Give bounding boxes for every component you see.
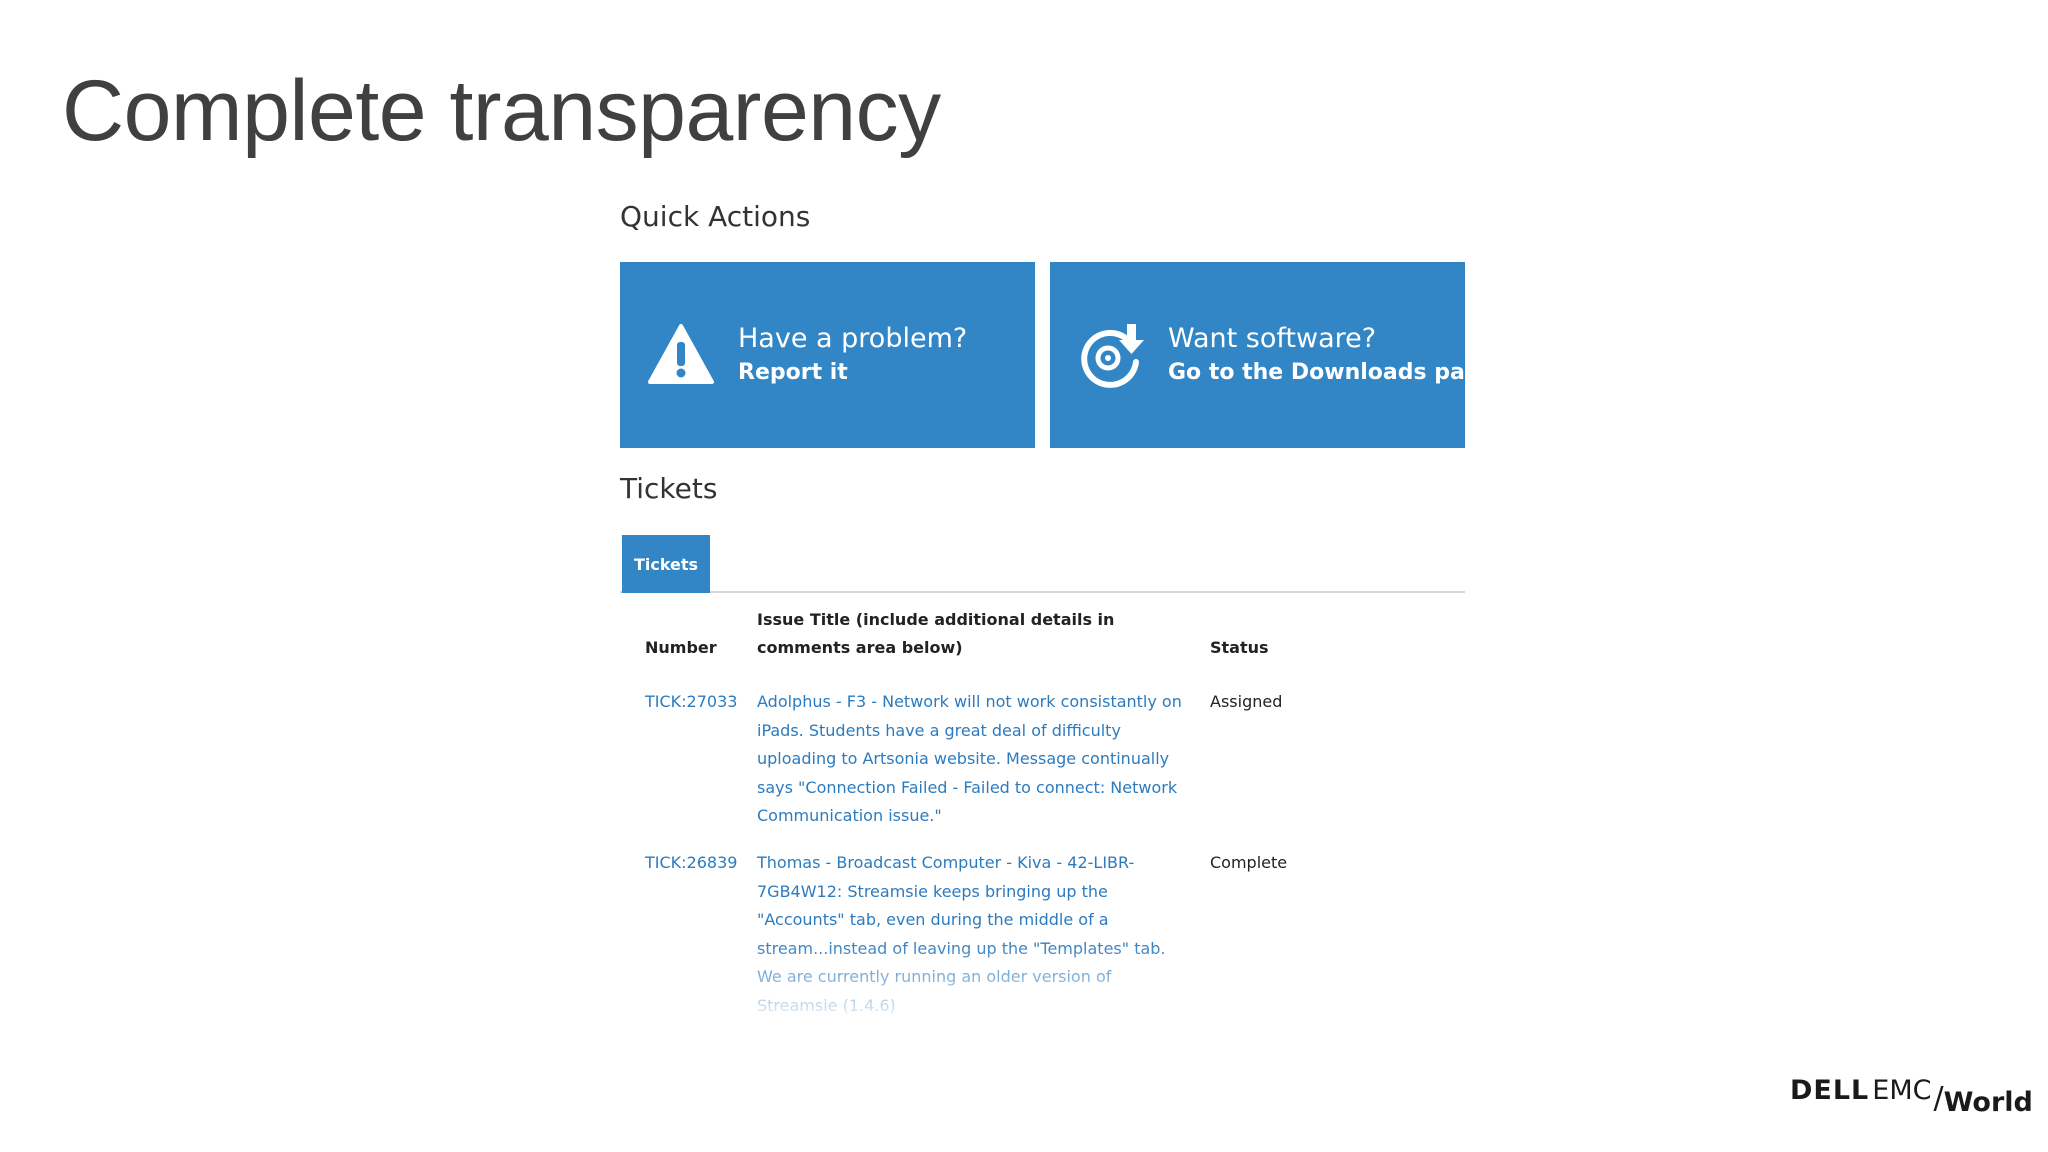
report-problem-tile[interactable]: Have a problem? Report it: [620, 262, 1035, 448]
report-problem-subtitle: Report it: [738, 360, 848, 385]
download-icon: [1081, 324, 1144, 388]
portal-screenshot: Quick Actions Have a problem? Report it: [620, 200, 1496, 1030]
table-row: TICK:27033 Adolphus - F3 - Network will …: [620, 678, 1465, 839]
column-header-status[interactable]: Status: [1210, 600, 1465, 678]
downloads-title: Want software?: [1168, 323, 1377, 354]
ticket-number-link[interactable]: TICK:27033: [620, 678, 757, 839]
tickets-table: Number Issue Title (include additional d…: [620, 600, 1465, 1029]
ticket-status: Complete: [1210, 852, 1288, 872]
brand-emc: EMC: [1872, 1075, 1932, 1106]
ticket-status: Assigned: [1210, 692, 1283, 711]
brand-dell: DELL: [1790, 1075, 1870, 1106]
table-row: TICK:26839 Thomas - Broadcast Computer -…: [620, 839, 1465, 1029]
quick-actions-heading: Quick Actions: [620, 200, 811, 233]
tickets-heading: Tickets: [620, 472, 718, 505]
tickets-tab-bar: Tickets: [620, 533, 1465, 593]
ticket-title-link[interactable]: Adolphus - F3 - Network will not work co…: [757, 678, 1210, 839]
downloads-tile[interactable]: Want software? Go to the Downloads page: [1050, 262, 1496, 448]
column-header-issue-title[interactable]: Issue Title (include additional details …: [757, 600, 1210, 678]
brand-slash: /: [1933, 1081, 1944, 1116]
tab-tickets[interactable]: Tickets: [622, 535, 710, 593]
report-problem-title: Have a problem?: [738, 323, 968, 354]
brand-world: World: [1943, 1087, 2033, 1118]
table-header-row: Number Issue Title (include additional d…: [620, 600, 1465, 678]
slide: Complete transparency Quick Actions Have…: [0, 0, 2048, 1152]
ticket-title-link[interactable]: Thomas - Broadcast Computer - Kiva - 42-…: [757, 839, 1210, 1029]
ticket-number-link[interactable]: TICK:26839: [620, 839, 757, 1029]
slide-title: Complete transparency: [62, 63, 941, 159]
downloads-subtitle: Go to the Downloads page: [1168, 360, 1496, 385]
warning-icon: [648, 324, 714, 384]
column-header-number[interactable]: Number: [620, 600, 757, 678]
dell-emc-world-logo: DELL EMC / World: [1790, 1075, 2033, 1118]
